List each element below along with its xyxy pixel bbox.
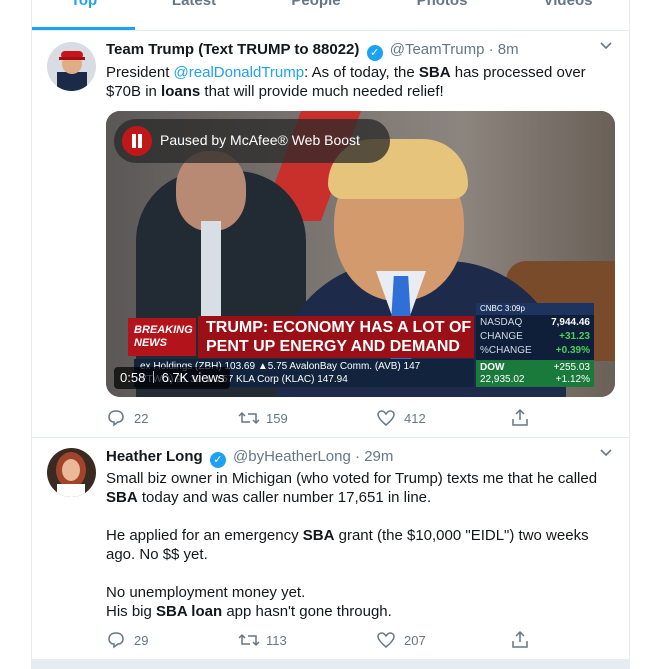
video-duration: 0:58 xyxy=(120,370,146,385)
tweet-paragraph: Small biz owner in Michigan (who voted f… xyxy=(106,469,616,507)
paused-banner[interactable]: Paused by McAfee® Web Boost xyxy=(114,119,390,163)
paused-label: Paused by McAfee® Web Boost xyxy=(160,132,360,148)
search-tabs: Top Latest People Photos Videos xyxy=(32,0,629,31)
text-segment: today and was caller number 17,651 in li… xyxy=(137,489,432,506)
reply-count: 22 xyxy=(134,411,149,426)
user-handle[interactable]: @byHeatherLong xyxy=(233,448,351,465)
timeline-bottom-strip xyxy=(31,660,630,669)
heart-icon xyxy=(377,410,395,426)
stat-row: %CHANGE +0.39% xyxy=(480,345,590,356)
tweet-paragraph: No unemployment money yet. xyxy=(106,583,616,602)
display-name[interactable]: Heather Long xyxy=(106,448,203,465)
tweet-actions: 22 159 412 xyxy=(106,408,616,428)
reply-icon xyxy=(108,410,124,427)
pause-icon[interactable] xyxy=(122,126,152,156)
active-tab-indicator xyxy=(32,27,135,30)
stat-label: NASDAQ xyxy=(480,317,523,328)
tab-photos[interactable]: Photos xyxy=(382,0,502,9)
dow-value: 22,935.02 xyxy=(480,374,525,385)
dow-change: +255.03 xyxy=(553,362,590,373)
text-segment: that will provide much needed relief! xyxy=(200,83,444,100)
tweet-text: Small biz owner in Michigan (who voted f… xyxy=(106,469,616,621)
avatar[interactable] xyxy=(47,42,96,91)
like-count: 412 xyxy=(404,411,426,426)
mention-link[interactable]: @realDonaldTrump xyxy=(174,64,305,81)
user-handle[interactable]: @TeamTrump xyxy=(390,41,485,58)
retweet-icon xyxy=(238,411,260,425)
tab-videos[interactable]: Videos xyxy=(508,0,628,9)
highlighted-term: SBA xyxy=(106,489,138,506)
text-segment: Small biz owner in Michigan (who voted f… xyxy=(106,470,598,487)
reply-icon xyxy=(108,632,124,649)
retweet-icon xyxy=(238,633,260,647)
share-icon xyxy=(512,408,528,426)
tweet-paragraph: His big SBA loan app hasn't gone through… xyxy=(106,602,616,621)
chevron-down-icon[interactable] xyxy=(599,448,613,458)
reply-count: 29 xyxy=(134,633,149,648)
divider xyxy=(152,371,154,383)
verified-badge-icon: ✓ xyxy=(366,45,383,61)
dow-percent: +1.12% xyxy=(555,374,590,385)
text-segment: His big xyxy=(106,603,157,620)
text-segment: No unemployment money yet. xyxy=(106,584,306,601)
dow-panel: DOW 22,935.02 +255.03 +1.12% xyxy=(476,360,594,387)
text-segment: He applied for an emergency xyxy=(106,527,303,544)
tweet-header: Heather Long ✓ @byHeatherLong · 29m xyxy=(106,447,393,468)
tweet-actions: 29 113 207 xyxy=(106,630,616,650)
tweet-header: Team Trump (Text TRUMP to 88022) ✓ @Team… xyxy=(106,40,519,61)
timestamp[interactable]: 29m xyxy=(364,448,393,465)
separator: · xyxy=(355,448,361,465)
highlighted-term: SBA xyxy=(418,64,451,81)
view-count: 6.7K views xyxy=(161,370,225,385)
stat-value: +0.39% xyxy=(555,345,590,356)
tweet[interactable]: Heather Long ✓ @byHeatherLong · 29m Smal… xyxy=(32,438,629,660)
tweet-paragraph: He applied for an emergency SBA grant (t… xyxy=(106,526,616,564)
dow-label: DOW xyxy=(480,362,505,373)
text-segment: app hasn't gone through. xyxy=(222,603,392,620)
tweet[interactable]: Team Trump (Text TRUMP to 88022) ✓ @Team… xyxy=(32,31,629,438)
highlighted-term: loans xyxy=(161,83,201,100)
person-head-shape xyxy=(176,151,246,231)
stat-label: CHANGE xyxy=(480,331,523,342)
highlighted-term: SBA loan xyxy=(156,603,223,620)
tab-people[interactable]: People xyxy=(256,0,376,9)
share-icon xyxy=(512,630,528,648)
display-name[interactable]: Team Trump (Text TRUMP to 88022) xyxy=(106,41,359,58)
tweet-text: President @realDonaldTrump: As of today,… xyxy=(106,63,616,101)
stat-value: +31.23 xyxy=(559,331,590,342)
market-stats-panel: CNBC 3:09p NASDAQ 7,944.46 CHANGE +31.23… xyxy=(476,303,594,387)
stat-row: NASDAQ 7,944.46 xyxy=(480,317,590,328)
like-count: 207 xyxy=(404,633,426,648)
retweet-count: 113 xyxy=(266,633,287,648)
video-duration-badge: 0:58 6.7K views xyxy=(114,367,231,389)
tab-latest[interactable]: Latest xyxy=(134,0,254,9)
stats-header: CNBC 3:09p xyxy=(476,303,594,315)
retweet-count: 159 xyxy=(266,411,288,426)
timestamp[interactable]: 8m xyxy=(498,41,519,58)
news-headline: TRUMP: ECONOMY HAS A LOT OF PENT UP ENER… xyxy=(198,316,474,358)
chevron-down-icon[interactable] xyxy=(599,41,613,51)
heart-icon xyxy=(377,632,395,648)
stat-value: 7,944.46 xyxy=(551,317,590,328)
stat-label: %CHANGE xyxy=(480,345,532,356)
stat-row: CHANGE +31.23 xyxy=(480,331,590,342)
separator: · xyxy=(488,41,494,58)
tab-top[interactable]: Top xyxy=(24,0,144,9)
breaking-news-badge: BREAKING NEWS xyxy=(128,318,196,356)
text-segment: : As of today, the xyxy=(304,64,419,81)
highlighted-term: SBA xyxy=(302,527,335,544)
video-player[interactable]: Paused by McAfee® Web Boost BREAKING NEW… xyxy=(106,111,615,397)
text-segment: President xyxy=(106,64,174,81)
timeline-column: Top Latest People Photos Videos Team Tru… xyxy=(31,0,630,669)
verified-badge-icon: ✓ xyxy=(209,452,226,468)
avatar[interactable] xyxy=(47,448,96,497)
